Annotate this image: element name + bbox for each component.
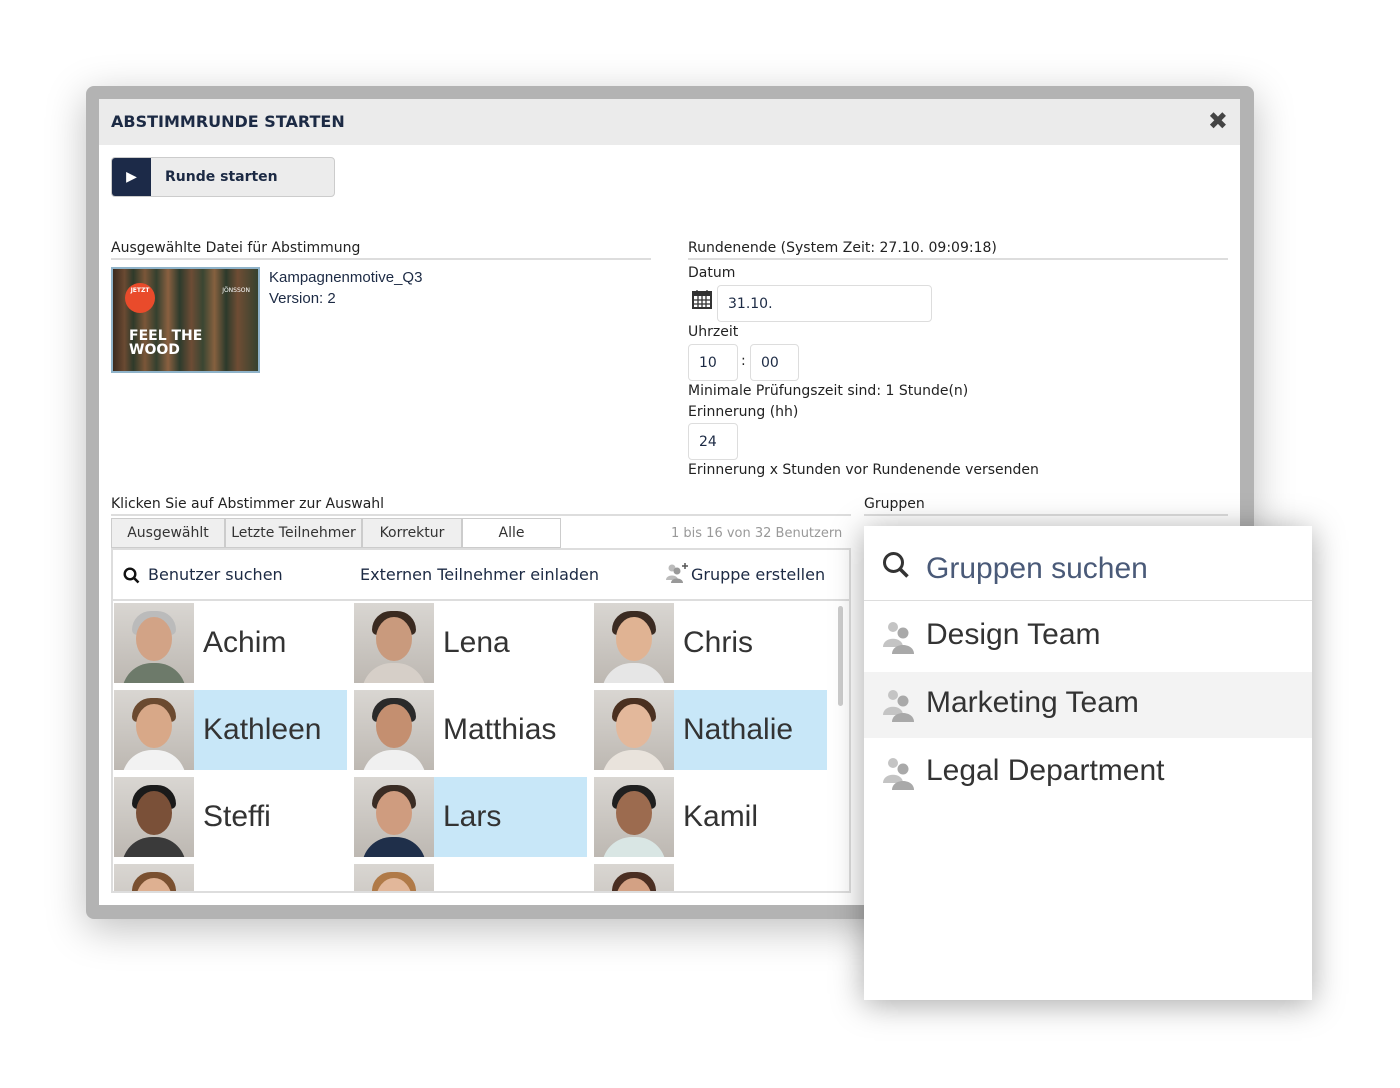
user-name: Anja xyxy=(434,864,587,891)
user-card[interactable]: Kathleen xyxy=(114,690,347,770)
file-info: Kampagnenmotive_Q3 Version: 2 xyxy=(269,267,422,309)
group-icon xyxy=(883,758,914,790)
user-card[interactable]: Steffi xyxy=(114,777,347,857)
avatar xyxy=(354,603,434,683)
time-separator: : xyxy=(741,353,746,369)
user-name: Matthias xyxy=(443,713,557,746)
group-search-placeholder: Gruppen suchen xyxy=(926,552,1148,585)
user-card[interactable]: Nathalie xyxy=(594,690,827,770)
invite-external-button[interactable]: Externen Teilnehmer einladen xyxy=(360,565,599,584)
group-icon xyxy=(883,690,914,722)
avatar xyxy=(114,603,194,683)
start-round-label: Runde starten xyxy=(165,169,278,185)
min-review-text: Minimale Prüfungszeit sind: 1 Stunde(n) xyxy=(688,383,969,399)
reminder-hint: Erinnerung x Stunden vor Rundenende vers… xyxy=(688,462,1039,478)
user-name: Christina xyxy=(674,864,827,891)
group-name: Marketing Team xyxy=(926,686,1139,719)
round-end-section-title: Rundenende (System Zeit: 27.10. 09:09:18… xyxy=(688,240,1228,260)
groups-section-title: Gruppen xyxy=(864,496,1228,516)
reminder-input[interactable]: 24 xyxy=(688,423,738,460)
date-input[interactable]: 31.10. xyxy=(717,285,932,322)
user-card[interactable]: Anja xyxy=(354,864,587,891)
user-name: Achim xyxy=(203,626,287,659)
group-icon xyxy=(883,622,914,654)
user-card[interactable]: Chris xyxy=(594,603,827,683)
voters-section-title: Klicken Sie auf Abstimmer zur Auswahl xyxy=(111,496,851,516)
group-name: Design Team xyxy=(926,618,1101,651)
thumb-brand: JÖNSSON xyxy=(222,287,250,294)
user-card[interactable]: Kamil xyxy=(594,777,827,857)
group-search-input[interactable]: Gruppen suchen xyxy=(864,526,1312,601)
user-name: Chris xyxy=(683,626,754,659)
date-label: Datum xyxy=(688,265,736,281)
avatar xyxy=(354,777,434,857)
user-card[interactable]: Lars xyxy=(354,777,587,857)
minute-input[interactable]: 00 xyxy=(750,344,799,381)
group-name: Legal Department xyxy=(926,754,1165,787)
group-item[interactable]: Design Team xyxy=(864,604,1312,670)
voter-tabs: Ausgewählt (3) Letzte Teilnehmer Korrekt… xyxy=(111,518,561,569)
search-icon xyxy=(123,567,140,584)
avatar xyxy=(114,777,194,857)
add-group-icon xyxy=(666,563,688,583)
file-version: Version: 2 xyxy=(269,290,336,307)
user-name: Lars xyxy=(434,777,587,857)
groups-dropdown: Gruppen suchen Design Team Marketing Team… xyxy=(864,526,1312,1000)
file-thumbnail[interactable]: JETZT JÖNSSON FEEL THE WOOD xyxy=(111,267,260,373)
tab-all[interactable]: Alle xyxy=(462,518,561,548)
create-group-button[interactable]: Gruppe erstellen xyxy=(691,565,825,584)
user-name: Lena xyxy=(443,626,510,659)
file-name: Kampagnenmotive_Q3 xyxy=(269,269,423,286)
user-name: Kamil xyxy=(683,800,759,833)
hour-input[interactable]: 10 xyxy=(688,344,738,381)
avatar xyxy=(594,777,674,857)
tab-correction[interactable]: Korrektur xyxy=(362,518,462,548)
user-card[interactable]: Christina xyxy=(594,864,827,891)
avatar xyxy=(594,690,674,770)
thumb-badge: JETZT xyxy=(125,283,155,313)
user-name: Nathalie xyxy=(674,690,827,770)
calendar-icon[interactable] xyxy=(692,289,712,309)
group-item[interactable]: Marketing Team xyxy=(864,672,1312,738)
user-panel: Benutzer suchen Externen Teilnehmer einl… xyxy=(111,548,851,893)
user-toolbar: Benutzer suchen Externen Teilnehmer einl… xyxy=(113,550,849,601)
user-name: Kathleen xyxy=(194,690,347,770)
avatar xyxy=(114,864,194,891)
scrollbar[interactable] xyxy=(838,606,843,706)
user-card[interactable]: Lena xyxy=(354,603,587,683)
dialog-header: ABSTIMMRUNDE STARTEN ✖ xyxy=(99,99,1240,145)
user-card[interactable]: Achim xyxy=(114,603,347,683)
reminder-label: Erinnerung (hh) xyxy=(688,404,799,420)
user-name: Philipp xyxy=(194,864,347,891)
file-section-title: Ausgewählte Datei für Abstimmung xyxy=(111,240,651,260)
user-card[interactable]: Matthias xyxy=(354,690,587,770)
thumb-text: FEEL THE WOOD xyxy=(129,328,203,358)
avatar xyxy=(594,864,674,891)
close-icon[interactable]: ✖ xyxy=(1208,107,1228,135)
group-item[interactable]: Legal Department xyxy=(864,740,1312,806)
user-name: Steffi xyxy=(203,800,271,833)
play-icon: ▶ xyxy=(112,158,151,196)
avatar xyxy=(594,603,674,683)
tab-selected[interactable]: Ausgewählt (3) xyxy=(111,518,225,569)
dialog-title: ABSTIMMRUNDE STARTEN xyxy=(111,112,345,131)
user-card[interactable]: Philipp xyxy=(114,864,347,891)
user-count: 1 bis 16 von 32 Benutzern xyxy=(671,526,843,541)
avatar xyxy=(354,690,434,770)
user-search-button[interactable]: Benutzer suchen xyxy=(148,565,283,584)
time-label: Uhrzeit xyxy=(688,324,739,340)
start-round-button[interactable]: ▶ Runde starten xyxy=(111,157,335,197)
avatar xyxy=(354,864,434,891)
tab-last-participants[interactable]: Letzte Teilnehmer xyxy=(225,518,362,548)
avatar xyxy=(114,690,194,770)
search-icon xyxy=(883,552,909,578)
